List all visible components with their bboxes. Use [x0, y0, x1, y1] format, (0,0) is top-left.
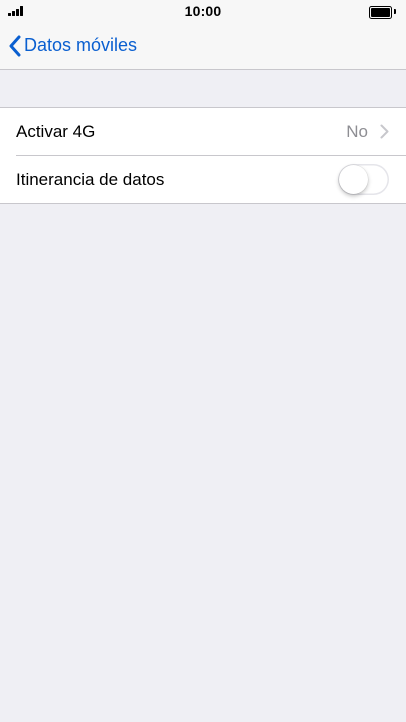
chevron-right-icon: [380, 124, 389, 139]
row-label: Itinerancia de datos: [16, 169, 165, 189]
row-value: No: [346, 121, 368, 141]
battery-level-fill: [371, 8, 390, 17]
settings-row-itinerancia: Itinerancia de datos: [0, 155, 406, 203]
status-time: 10:00: [184, 3, 222, 19]
back-button[interactable]: Datos móviles: [8, 22, 137, 69]
navigation-bar: Datos móviles: [0, 22, 406, 70]
status-bar: 10:00: [0, 0, 406, 22]
settings-row-activar-4g[interactable]: Activar 4G No: [0, 108, 406, 155]
battery-full-icon: [369, 6, 392, 19]
toggle-knob: [339, 165, 368, 194]
back-label: Datos móviles: [24, 35, 138, 55]
battery-tip: [394, 9, 396, 14]
row-label: Activar 4G: [16, 121, 96, 141]
chevron-left-icon: [9, 35, 21, 56]
data-roaming-toggle[interactable]: [338, 164, 389, 195]
settings-group: Activar 4G No Itinerancia de datos: [0, 107, 406, 204]
